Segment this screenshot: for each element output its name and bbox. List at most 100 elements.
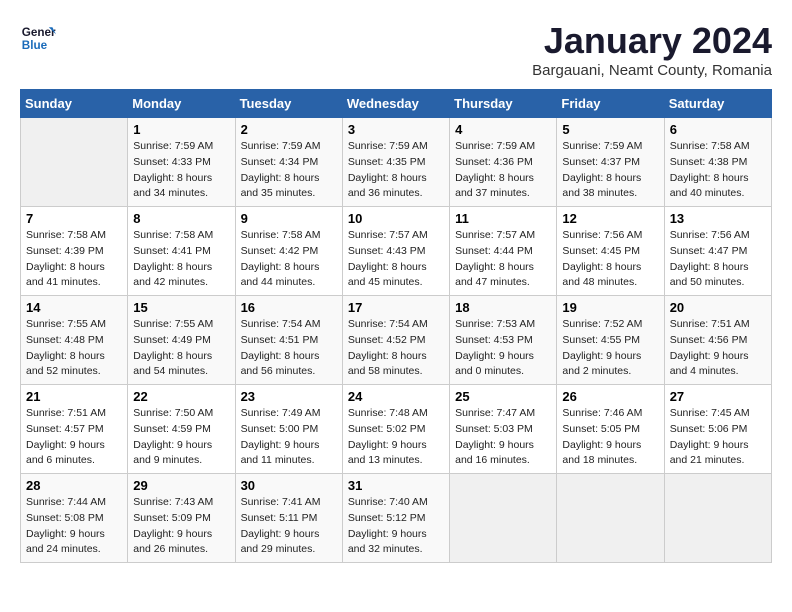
calendar-cell: 25 Sunrise: 7:47 AMSunset: 5:03 PMDayligh…: [450, 385, 557, 474]
header: General Blue January 2024 Bargauani, Nea…: [20, 20, 772, 79]
calendar-cell: 31 Sunrise: 7:40 AMSunset: 5:12 PMDayligh…: [342, 474, 449, 563]
day-info: Sunrise: 7:43 AMSunset: 5:09 PMDaylight:…: [133, 495, 229, 558]
subtitle: Bargauani, Neamt County, Romania: [532, 62, 772, 79]
weekday-header-sunday: Sunday: [21, 90, 128, 118]
day-info: Sunrise: 7:56 AMSunset: 4:47 PMDaylight:…: [670, 228, 766, 291]
day-info: Sunrise: 7:50 AMSunset: 4:59 PMDaylight:…: [133, 406, 229, 469]
calendar-cell: 10 Sunrise: 7:57 AMSunset: 4:43 PMDayligh…: [342, 207, 449, 296]
calendar-cell: [664, 474, 771, 563]
day-info: Sunrise: 7:58 AMSunset: 4:41 PMDaylight:…: [133, 228, 229, 291]
calendar-cell: 23Sunrise: 7:49 AMSunset: 5:00 PMDayligh…: [235, 385, 342, 474]
day-info: Sunrise: 7:54 AMSunset: 4:51 PMDaylight:…: [241, 317, 337, 380]
day-number: 3: [348, 122, 444, 137]
day-info: Sunrise: 7:56 AMSunset: 4:45 PMDaylight:…: [562, 228, 658, 291]
day-info: Sunrise: 7:57 AMSunset: 4:44 PMDaylight:…: [455, 228, 551, 291]
calendar-cell: 30 Sunrise: 7:41 AMSunset: 5:11 PMDayligh…: [235, 474, 342, 563]
calendar-cell: 9 Sunrise: 7:58 AMSunset: 4:42 PMDaylight…: [235, 207, 342, 296]
calendar-table: SundayMondayTuesdayWednesdayThursdayFrid…: [20, 89, 772, 563]
weekday-header-monday: Monday: [128, 90, 235, 118]
calendar-cell: 20 Sunrise: 7:51 AMSunset: 4:56 PMDayligh…: [664, 296, 771, 385]
calendar-cell: 2 Sunrise: 7:59 AMSunset: 4:34 PMDaylight…: [235, 118, 342, 207]
day-number: 26: [562, 389, 658, 404]
day-info: Sunrise: 7:55 AMSunset: 4:49 PMDaylight:…: [133, 317, 229, 380]
day-number: 14: [26, 300, 122, 315]
day-info: Sunrise: 7:53 AMSunset: 4:53 PMDaylight:…: [455, 317, 551, 380]
day-info: Sunrise: 7:59 AMSunset: 4:35 PMDaylight:…: [348, 139, 444, 202]
calendar-cell: 15 Sunrise: 7:55 AMSunset: 4:49 PMDayligh…: [128, 296, 235, 385]
day-number: 1: [133, 122, 229, 137]
day-info: Sunrise: 7:41 AMSunset: 5:11 PMDaylight:…: [241, 495, 337, 558]
day-number: 15: [133, 300, 229, 315]
day-info: Sunrise: 7:45 AMSunset: 5:06 PMDaylight:…: [670, 406, 766, 469]
calendar-cell: 8 Sunrise: 7:58 AMSunset: 4:41 PMDaylight…: [128, 207, 235, 296]
day-number: 10: [348, 211, 444, 226]
calendar-cell: 17 Sunrise: 7:54 AMSunset: 4:52 PMDayligh…: [342, 296, 449, 385]
day-info: Sunrise: 7:40 AMSunset: 5:12 PMDaylight:…: [348, 495, 444, 558]
calendar-cell: 18 Sunrise: 7:53 AMSunset: 4:53 PMDayligh…: [450, 296, 557, 385]
logo: General Blue: [20, 20, 56, 56]
day-info: Sunrise: 7:57 AMSunset: 4:43 PMDaylight:…: [348, 228, 444, 291]
calendar-cell: 27 Sunrise: 7:45 AMSunset: 5:06 PMDayligh…: [664, 385, 771, 474]
day-info: Sunrise: 7:46 AMSunset: 5:05 PMDaylight:…: [562, 406, 658, 469]
calendar-cell: 24Sunrise: 7:48 AMSunset: 5:02 PMDayligh…: [342, 385, 449, 474]
day-info: Sunrise: 7:58 AMSunset: 4:42 PMDaylight:…: [241, 228, 337, 291]
day-info: Sunrise: 7:59 AMSunset: 4:34 PMDaylight:…: [241, 139, 337, 202]
calendar-cell: 11 Sunrise: 7:57 AMSunset: 4:44 PMDayligh…: [450, 207, 557, 296]
day-number: 4: [455, 122, 551, 137]
calendar-cell: 7 Sunrise: 7:58 AMSunset: 4:39 PMDaylight…: [21, 207, 128, 296]
calendar-cell: 12 Sunrise: 7:56 AMSunset: 4:45 PMDayligh…: [557, 207, 664, 296]
day-number: 9: [241, 211, 337, 226]
day-number: 27: [670, 389, 766, 404]
calendar-cell: 16 Sunrise: 7:54 AMSunset: 4:51 PMDayligh…: [235, 296, 342, 385]
calendar-cell: [557, 474, 664, 563]
day-number: 16: [241, 300, 337, 315]
day-number: 20: [670, 300, 766, 315]
day-number: 13: [670, 211, 766, 226]
day-number: 28: [26, 478, 122, 493]
calendar-cell: 13 Sunrise: 7:56 AMSunset: 4:47 PMDayligh…: [664, 207, 771, 296]
day-number: 22: [133, 389, 229, 404]
day-number: 12: [562, 211, 658, 226]
svg-text:Blue: Blue: [22, 39, 48, 52]
calendar-cell: 3 Sunrise: 7:59 AMSunset: 4:35 PMDaylight…: [342, 118, 449, 207]
day-info: Sunrise: 7:54 AMSunset: 4:52 PMDaylight:…: [348, 317, 444, 380]
calendar-cell: 1 Sunrise: 7:59 AMSunset: 4:33 PMDaylight…: [128, 118, 235, 207]
day-number: 7: [26, 211, 122, 226]
calendar-cell: 22 Sunrise: 7:50 AMSunset: 4:59 PMDayligh…: [128, 385, 235, 474]
day-info: Sunrise: 7:55 AMSunset: 4:48 PMDaylight:…: [26, 317, 122, 380]
day-number: 8: [133, 211, 229, 226]
day-info: Sunrise: 7:58 AMSunset: 4:39 PMDaylight:…: [26, 228, 122, 291]
calendar-cell: 14 Sunrise: 7:55 AMSunset: 4:48 PMDayligh…: [21, 296, 128, 385]
day-info: Sunrise: 7:59 AMSunset: 4:33 PMDaylight:…: [133, 139, 229, 202]
day-number: 30: [241, 478, 337, 493]
day-number: 23: [241, 389, 337, 404]
day-info: Sunrise: 7:59 AMSunset: 4:37 PMDaylight:…: [562, 139, 658, 202]
day-info: Sunrise: 7:48 AMSunset: 5:02 PMDaylight:…: [348, 406, 444, 469]
calendar-cell: 19Sunrise: 7:52 AMSunset: 4:55 PMDayligh…: [557, 296, 664, 385]
calendar-cell: 26 Sunrise: 7:46 AMSunset: 5:05 PMDayligh…: [557, 385, 664, 474]
day-number: 11: [455, 211, 551, 226]
day-info: Sunrise: 7:44 AMSunset: 5:08 PMDaylight:…: [26, 495, 122, 558]
day-info: Sunrise: 7:59 AMSunset: 4:36 PMDaylight:…: [455, 139, 551, 202]
calendar-cell: 28 Sunrise: 7:44 AMSunset: 5:08 PMDayligh…: [21, 474, 128, 563]
weekday-header-tuesday: Tuesday: [235, 90, 342, 118]
calendar-cell: 21 Sunrise: 7:51 AMSunset: 4:57 PMDayligh…: [21, 385, 128, 474]
day-number: 6: [670, 122, 766, 137]
day-info: Sunrise: 7:51 AMSunset: 4:57 PMDaylight:…: [26, 406, 122, 469]
day-number: 2: [241, 122, 337, 137]
day-number: 18: [455, 300, 551, 315]
day-number: 31: [348, 478, 444, 493]
title-area: January 2024 Bargauani, Neamt County, Ro…: [532, 20, 772, 79]
day-number: 21: [26, 389, 122, 404]
calendar-cell: [21, 118, 128, 207]
weekday-header-thursday: Thursday: [450, 90, 557, 118]
month-title: January 2024: [532, 20, 772, 62]
day-number: 25: [455, 389, 551, 404]
day-info: Sunrise: 7:51 AMSunset: 4:56 PMDaylight:…: [670, 317, 766, 380]
day-info: Sunrise: 7:52 AMSunset: 4:55 PMDaylight:…: [562, 317, 658, 380]
calendar-cell: [450, 474, 557, 563]
day-number: 17: [348, 300, 444, 315]
day-info: Sunrise: 7:47 AMSunset: 5:03 PMDaylight:…: [455, 406, 551, 469]
calendar-cell: 4 Sunrise: 7:59 AMSunset: 4:36 PMDaylight…: [450, 118, 557, 207]
weekday-header-wednesday: Wednesday: [342, 90, 449, 118]
